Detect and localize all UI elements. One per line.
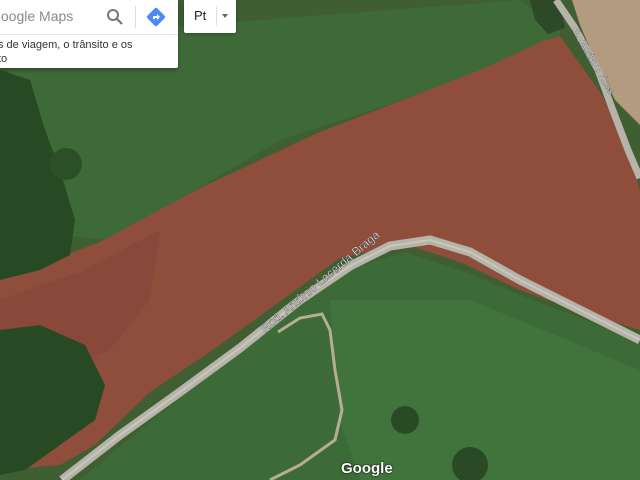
search-icon bbox=[107, 9, 123, 25]
info-text: s de viagem, o trânsito e os to bbox=[0, 38, 178, 66]
directions-button[interactable] bbox=[143, 4, 169, 30]
language-divider bbox=[216, 6, 217, 26]
search-divider bbox=[135, 6, 136, 28]
directions-icon bbox=[146, 7, 166, 27]
language-selector[interactable]: Pt bbox=[184, 0, 236, 33]
search-button[interactable] bbox=[102, 4, 128, 30]
tree-cluster bbox=[50, 148, 82, 180]
info-line-2: to bbox=[0, 53, 8, 65]
language-label: Pt bbox=[194, 8, 207, 23]
search-panel: s de viagem, o trânsito e os to bbox=[0, 0, 178, 68]
search-box bbox=[0, 0, 178, 35]
caret-down-icon[interactable] bbox=[222, 14, 228, 18]
google-logo: Google bbox=[341, 460, 393, 477]
info-line-1: s de viagem, o trânsito e os bbox=[0, 39, 133, 51]
search-input[interactable] bbox=[0, 0, 98, 32]
bottom-tree-cluster bbox=[391, 406, 419, 434]
satellite-map[interactable]: Rod. Antônio Lacerda Braga R. Gustavo Ku… bbox=[0, 0, 640, 480]
